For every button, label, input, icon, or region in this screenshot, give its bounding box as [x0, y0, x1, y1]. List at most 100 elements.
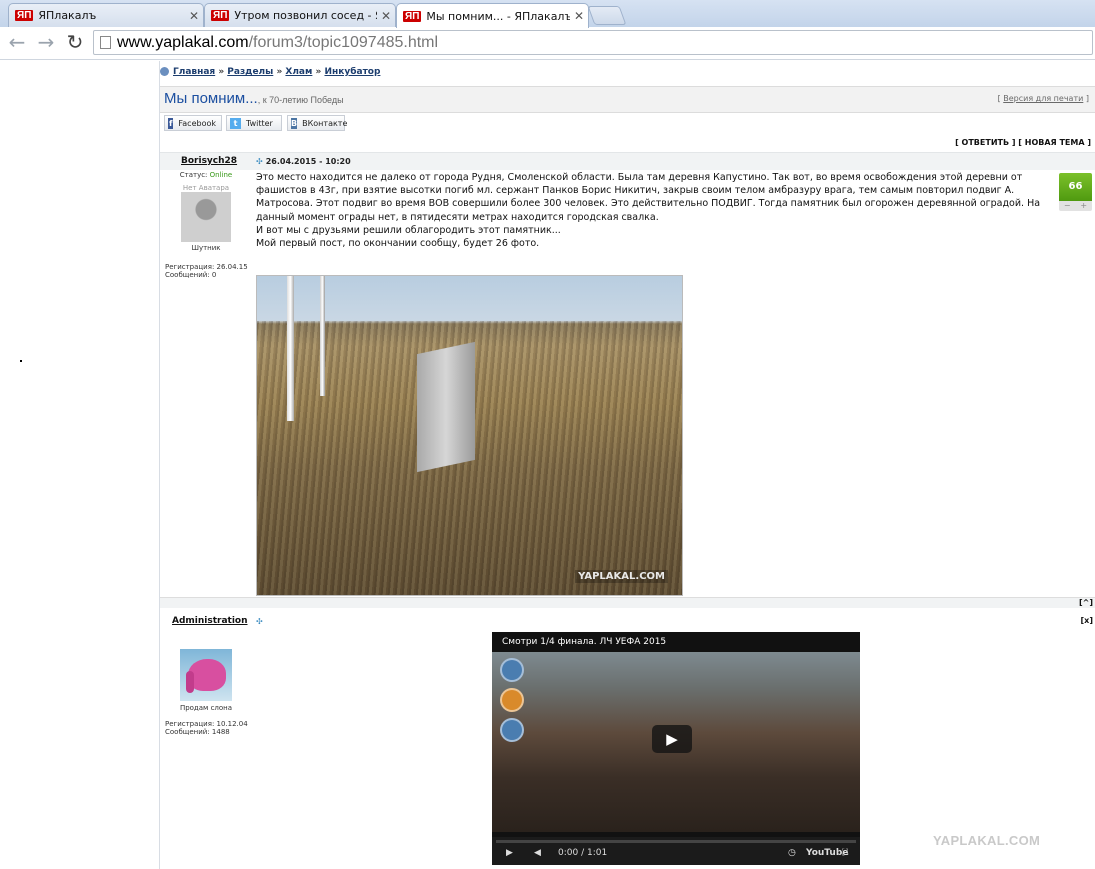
- site-watermark: YAPLAKAL.COM: [933, 833, 1041, 848]
- breadcrumb-main[interactable]: Главная: [173, 67, 215, 77]
- author-status: Статус: Online: [160, 171, 252, 179]
- topic-subtitle: , к 70-летию Победы: [257, 95, 344, 105]
- no-avatar-label: Нет Аватара: [182, 184, 230, 192]
- breadcrumb-separator: »: [315, 67, 322, 77]
- breadcrumb-sections[interactable]: Разделы: [227, 67, 273, 77]
- yaplakal-favicon-icon: ЯП: [15, 10, 34, 21]
- post-date: ✣ 26.04.2015 - 10:20: [256, 157, 351, 166]
- close-post-button[interactable]: [x]: [1081, 616, 1093, 625]
- tab-title: Мы помним... - ЯПлакалъ: [426, 9, 570, 23]
- topic-title-bar: Мы помним..., к 70-летию Победы [ Версия…: [160, 86, 1095, 113]
- post-author[interactable]: Administration: [172, 616, 248, 626]
- post-link-icon[interactable]: ✣: [256, 157, 263, 166]
- annotation-icon[interactable]: [500, 658, 524, 682]
- share-twitter-button[interactable]: t Twitter: [226, 115, 282, 131]
- forum-page: Главная » Разделы » Хлам » Инкубатор Мы …: [159, 61, 1095, 869]
- clock-icon[interactable]: ◷: [788, 848, 796, 858]
- tab-title: ЯПлакалъ: [38, 9, 97, 22]
- url-host: www.yaplakal.com: [117, 33, 249, 51]
- share-label: Twitter: [246, 118, 273, 128]
- address-bar[interactable]: www.yaplakal.com/forum3/topic1097485.htm…: [93, 30, 1093, 55]
- video-controls: ▶ ◀ 0:00 / 1:01 ◷ YouTube ⛶: [492, 837, 860, 865]
- post-separator: [^]: [160, 597, 1095, 608]
- status-label: Статус:: [179, 171, 208, 179]
- share-vk-button[interactable]: В ВКонтакте: [287, 115, 348, 131]
- post-rating: 66 − +: [1059, 173, 1092, 211]
- play-small-icon[interactable]: ▶: [506, 848, 513, 858]
- post-date: ✣: [256, 617, 266, 626]
- browser-toolbar: ← → ↻ www.yaplakal.com/forum3/topic10974…: [0, 27, 1095, 60]
- post-body: Это место находится не далеко от города …: [256, 171, 1053, 250]
- back-arrow-icon[interactable]: ←: [6, 31, 28, 53]
- facebook-icon: f: [168, 117, 174, 129]
- rating-minus-button[interactable]: −: [1064, 201, 1071, 211]
- author-messages: Сообщений: 0: [165, 271, 217, 279]
- rating-value: 66: [1059, 173, 1092, 201]
- share-label: Facebook: [178, 118, 216, 128]
- breadcrumb-separator: »: [276, 67, 283, 77]
- close-tab-icon[interactable]: ✕: [377, 9, 395, 23]
- fullscreen-icon[interactable]: ⛶: [842, 848, 848, 858]
- url-path: /forum3/topic1097485.html: [248, 33, 439, 51]
- share-label: ВКонтакте: [302, 118, 348, 128]
- video-annotations: [500, 658, 524, 748]
- post-link-icon[interactable]: ✣: [256, 617, 263, 626]
- breadcrumb-separator: »: [218, 67, 225, 77]
- breadcrumb-junk[interactable]: Хлам: [285, 67, 312, 77]
- topic-title: Мы помним..., к 70-летию Победы: [164, 90, 344, 107]
- forward-arrow-icon[interactable]: →: [35, 31, 57, 53]
- close-tab-icon[interactable]: ✕: [570, 9, 588, 23]
- new-tab-button[interactable]: [587, 6, 627, 25]
- video-time: 0:00 / 1:01: [558, 848, 608, 858]
- breadcrumb-incubator[interactable]: Инкубатор: [324, 67, 380, 77]
- post-header: Borisych28 ✣ 26.04.2015 - 10:20: [160, 152, 1095, 170]
- author-messages: Сообщений: 1488: [165, 728, 230, 736]
- url-text: www.yaplakal.com/forum3/topic1097485.htm…: [117, 34, 438, 52]
- reply-newtopic-links[interactable]: [ ОТВЕТИТЬ ] [ НОВАЯ ТЕМА ]: [955, 138, 1091, 147]
- page-icon: [100, 36, 111, 49]
- breadcrumb: Главная » Разделы » Хлам » Инкубатор: [160, 67, 380, 77]
- author-panel: Статус: Online Нет Аватара Шутник Регист…: [160, 171, 252, 279]
- rating-buttons: − +: [1059, 201, 1092, 211]
- author-rank: Шутник: [191, 244, 221, 252]
- reload-icon[interactable]: ↻: [64, 31, 86, 53]
- video-title[interactable]: Смотри 1/4 финала. ЛЧ УЕФА 2015: [502, 637, 666, 647]
- embedded-video[interactable]: Смотри 1/4 финала. ЛЧ УЕФА 2015 ▶ ▶ ◀ 0:…: [492, 632, 860, 865]
- tab-utrom[interactable]: ЯП Утром позвонил сосед - ЯП ✕: [204, 3, 396, 27]
- vk-icon: В: [291, 117, 298, 129]
- close-tab-icon[interactable]: ✕: [185, 9, 203, 23]
- print-version: [ Версия для печати ]: [997, 94, 1089, 103]
- tab-strip: ЯП ЯПлакалъ ✕ ЯП Утром позвонил сосед - …: [0, 0, 1095, 28]
- photo-monument: [417, 341, 475, 473]
- tab-title: Утром позвонил сосед - ЯП: [234, 9, 377, 22]
- photo-birch: [287, 276, 294, 421]
- twitter-icon: t: [230, 117, 241, 129]
- video-progress-bar[interactable]: [496, 840, 856, 843]
- tab-yaplakal[interactable]: ЯП ЯПлакалъ ✕: [8, 3, 204, 27]
- topic-title-text: Мы помним...: [164, 90, 258, 107]
- play-icon[interactable]: ▶: [652, 725, 692, 753]
- annotation-icon[interactable]: [500, 688, 524, 712]
- volume-icon[interactable]: ◀: [534, 848, 541, 858]
- post-paragraph: Мой первый пост, по окончании сообщу, бу…: [256, 238, 540, 250]
- print-version-link[interactable]: Версия для печати: [1003, 94, 1083, 103]
- post-date-text: 26.04.2015 - 10:20: [265, 157, 351, 166]
- author-panel: Продам слона Регистрация: 10.12.04 Сообщ…: [160, 649, 252, 736]
- post-photo[interactable]: YAPLAKAL.COM: [256, 275, 683, 596]
- scroll-top-button[interactable]: [^]: [1079, 598, 1093, 607]
- yaplakal-favicon-icon: ЯП: [403, 10, 422, 22]
- yaplakal-favicon-icon: ЯП: [211, 10, 230, 21]
- photo-birch: [320, 276, 325, 396]
- tab-my-pomnim[interactable]: ЯП Мы помним... - ЯПлакалъ ✕: [396, 3, 589, 28]
- post-author[interactable]: Borisych28: [181, 156, 237, 166]
- post-paragraph: Это место находится не далеко от города …: [256, 172, 1041, 223]
- post-paragraph: И вот мы с друзьями решили облагородить …: [256, 224, 561, 236]
- author-registered: Регистрация: 26.04.15: [165, 263, 248, 271]
- breadcrumb-bullet-icon: [160, 67, 169, 76]
- status-value: Online: [209, 171, 233, 179]
- share-facebook-button[interactable]: f Facebook: [164, 115, 222, 131]
- author-rank: Продам слона: [179, 704, 233, 712]
- speck: [20, 360, 22, 362]
- annotation-icon[interactable]: [500, 718, 524, 742]
- rating-plus-button[interactable]: +: [1080, 201, 1087, 211]
